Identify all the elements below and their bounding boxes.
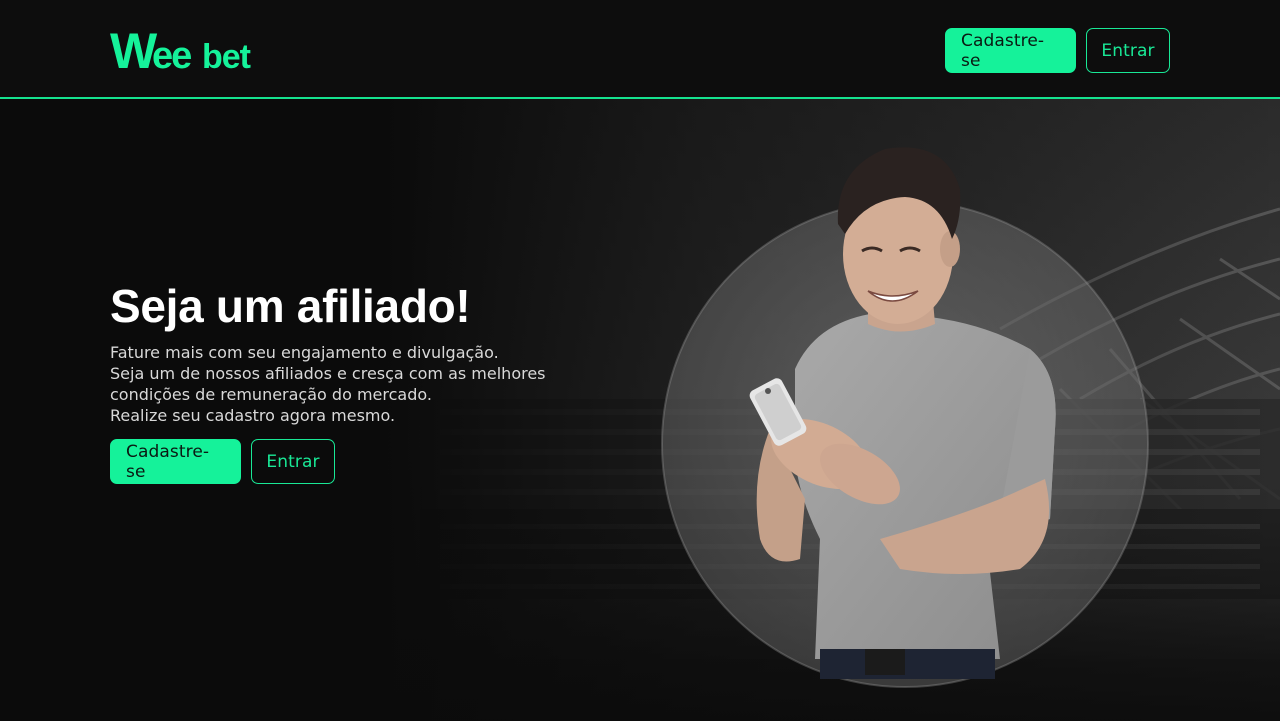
hero-description: Fature mais com seu engajamento e divulg… [110,342,630,426]
hero-description-line: Fature mais com seu engajamento e divulg… [110,343,499,362]
header-login-button[interactable]: Entrar [1086,28,1170,73]
hero-section: Seja um afiliado! Fature mais com seu en… [110,280,630,484]
weebet-logo[interactable]: W ee bet [110,26,290,74]
hero-signup-button[interactable]: Cadastre-se [110,439,241,484]
svg-text:bet: bet [202,38,251,74]
hero-actions: Cadastre-se Entrar [110,439,630,484]
hero-description-line: Realize seu cadastro agora mesmo. [110,406,396,425]
top-header: W ee bet Cadastre-se Entrar [0,0,1280,99]
svg-text:W: W [110,26,158,74]
hero-description-line: condições de remuneração do mercado. [110,385,432,404]
hero-title: Seja um afiliado! [110,280,471,332]
svg-text:ee: ee [152,35,191,74]
header-actions: Cadastre-se Entrar [945,28,1170,73]
hero-description-line: Seja um de nossos afiliados e cresça com… [110,364,546,383]
affiliate-landing-page: W ee bet Cadastre-se Entrar Seja um afil… [0,0,1280,721]
hero-login-button[interactable]: Entrar [251,439,335,484]
header-signup-button[interactable]: Cadastre-se [945,28,1076,73]
